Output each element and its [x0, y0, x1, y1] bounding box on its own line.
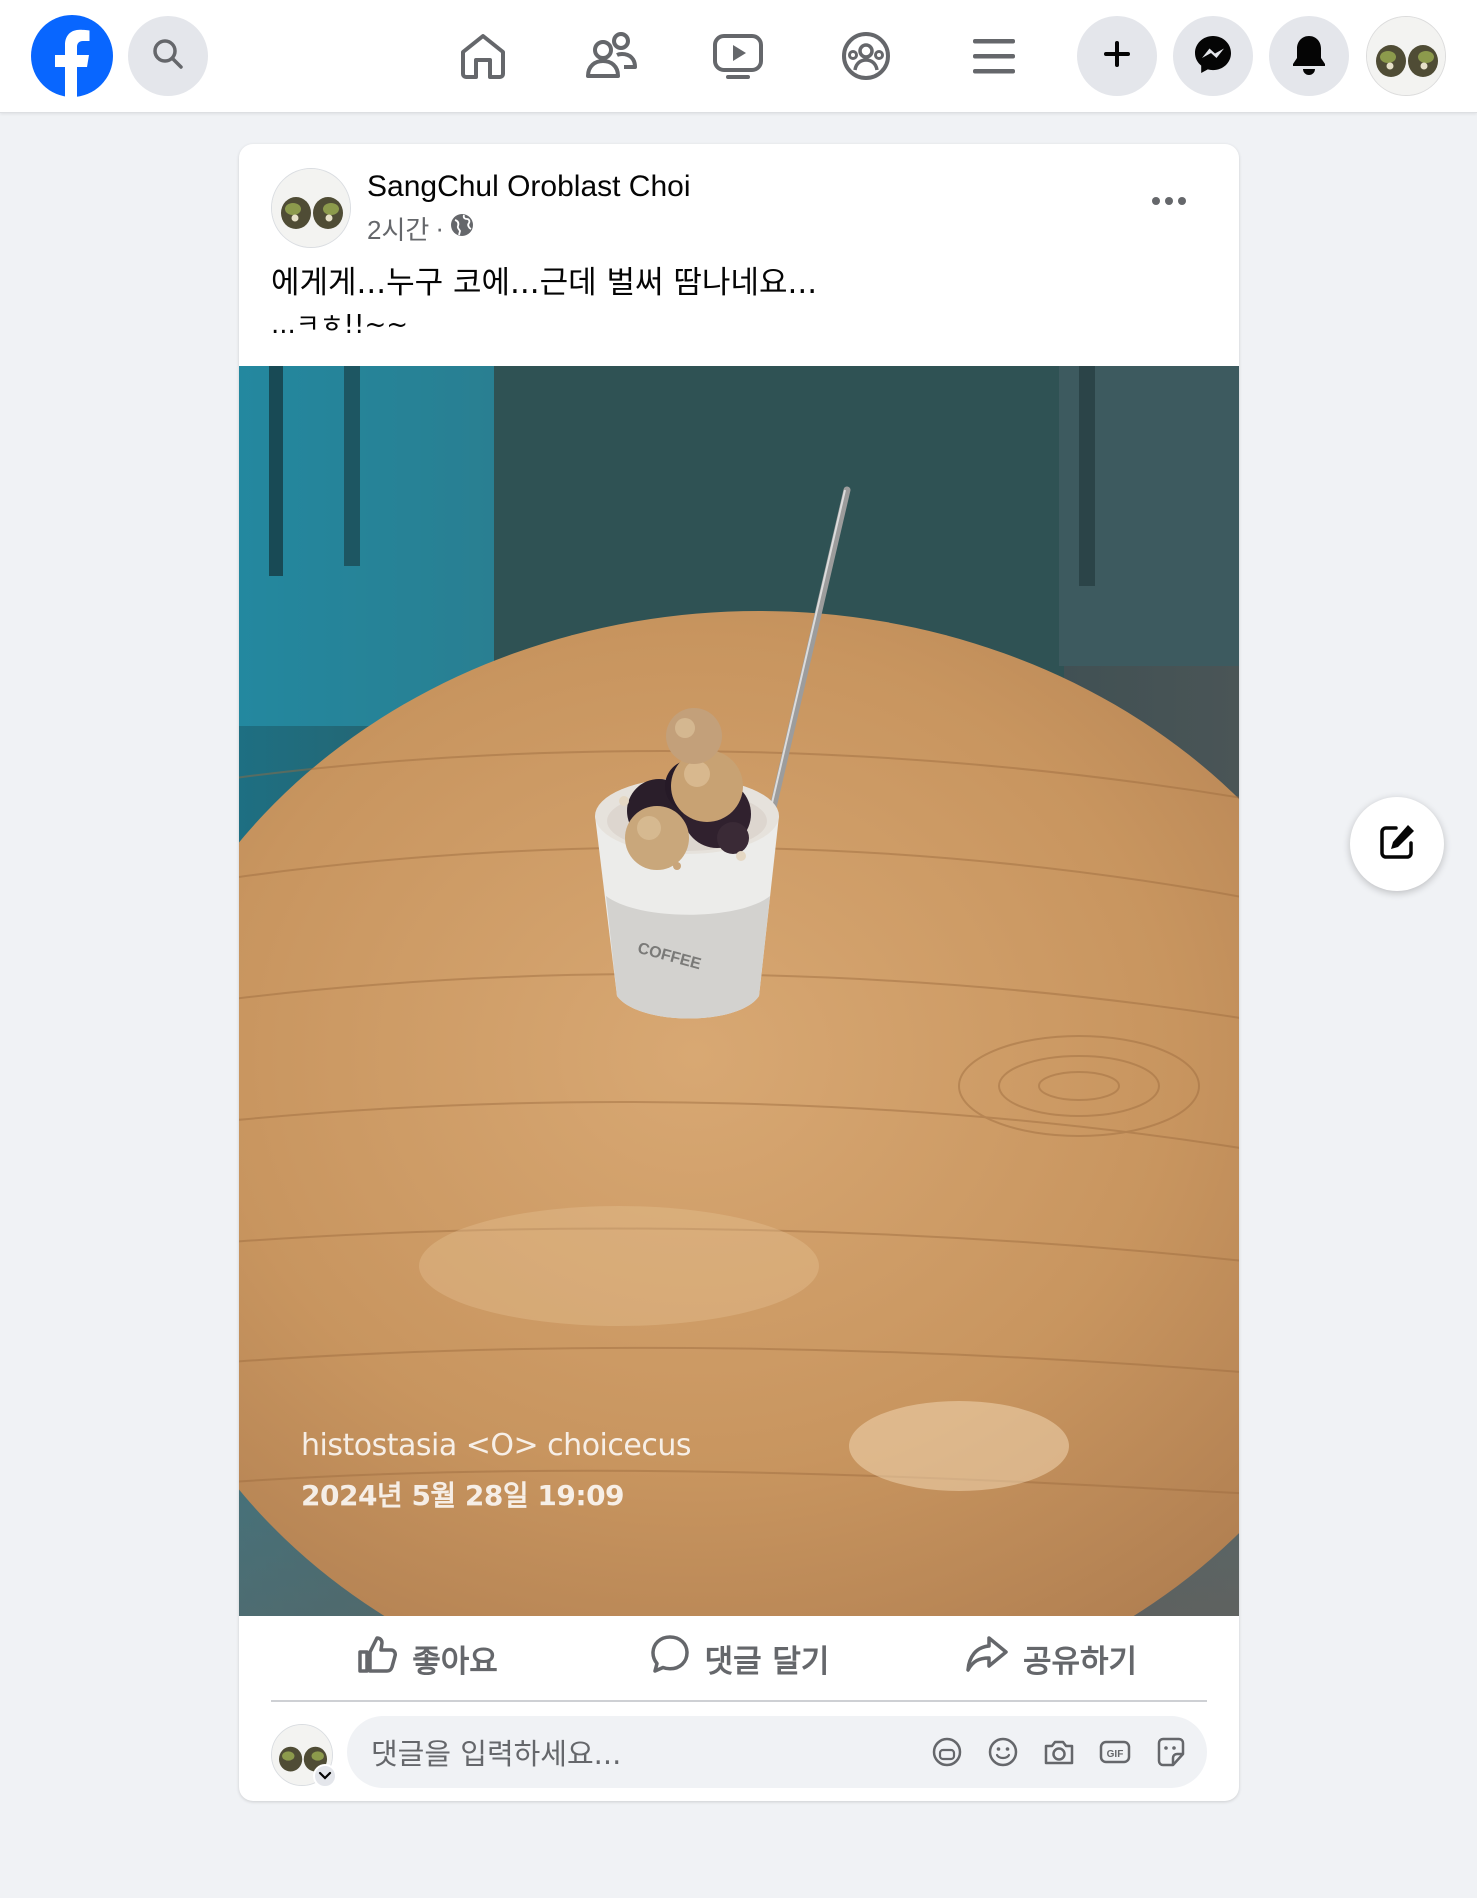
author-avatar[interactable] — [271, 168, 351, 248]
comment-composer: 댓글을 입력하세요... GIF — [271, 1716, 1207, 1788]
comment-tools: GIF — [929, 1734, 1189, 1770]
post-photo[interactable]: COFFEE histostasia <O> choicecus 2024년 5… — [239, 366, 1239, 1616]
bell-icon — [1289, 33, 1329, 80]
post-text-line-1: 에게게...누구 코에...근데 벌써 땀나네요... — [271, 265, 818, 301]
top-navigation-bar — [0, 0, 1477, 113]
comment-bubble-icon — [649, 1633, 691, 1683]
svg-text:GIF: GIF — [1107, 1749, 1124, 1760]
friends-icon[interactable] — [583, 28, 639, 84]
messenger-button[interactable] — [1173, 16, 1253, 96]
comment-button[interactable]: 댓글 달기 — [583, 1616, 895, 1700]
search-button[interactable] — [128, 16, 208, 96]
post-meta: 2시간 · — [367, 210, 474, 247]
post-options-button[interactable] — [1139, 180, 1199, 224]
new-message-button[interactable] — [1350, 797, 1444, 891]
comment-label: 댓글 달기 — [704, 1643, 830, 1680]
emoji-icon[interactable] — [985, 1734, 1021, 1770]
meta-separator: · — [435, 213, 444, 243]
comment-placeholder: 댓글을 입력하세요... — [371, 1737, 622, 1771]
sticker-icon[interactable] — [1153, 1734, 1189, 1770]
facebook-logo-icon[interactable] — [31, 15, 113, 97]
thumbs-up-icon — [356, 1633, 398, 1683]
home-icon[interactable] — [455, 28, 511, 84]
share-button[interactable]: 공유하기 — [895, 1616, 1207, 1700]
post-text-line-2: ...ㅋㅎ!!~~ — [271, 310, 409, 340]
camera-icon[interactable] — [1041, 1734, 1077, 1770]
gif-icon[interactable]: GIF — [1097, 1734, 1133, 1770]
profile-avatar[interactable] — [1366, 16, 1446, 96]
edit-icon — [1376, 821, 1418, 868]
globe-icon — [450, 213, 474, 244]
photo-watermark-date: 2024년 5월 28일 19:09 — [301, 1479, 625, 1512]
share-label: 공유하기 — [1022, 1643, 1138, 1680]
avatar-sticker-icon[interactable] — [929, 1734, 965, 1770]
menu-icon[interactable] — [966, 28, 1022, 84]
photo-watermark-name: histostasia <O> choicecus — [301, 1428, 691, 1463]
video-icon[interactable] — [710, 28, 766, 84]
comment-input[interactable]: 댓글을 입력하세요... GIF — [347, 1716, 1207, 1788]
more-icon — [1151, 193, 1187, 211]
chevron-down-icon[interactable] — [313, 1764, 337, 1788]
like-button[interactable]: 좋아요 — [271, 1616, 583, 1700]
post-time[interactable]: 2시간 — [367, 210, 429, 247]
groups-icon[interactable] — [838, 28, 894, 84]
post-text: 에게게...누구 코에...근데 벌써 땀나네요... ...ㅋㅎ!!~~ — [271, 262, 1191, 346]
author-name[interactable]: SangChul Oroblast Choi — [367, 170, 691, 204]
messenger-icon — [1192, 33, 1234, 80]
post-card: SangChul Oroblast Choi 2시간 · 에게게...누구 코에… — [239, 144, 1239, 1801]
notifications-button[interactable] — [1269, 16, 1349, 96]
plus-icon — [1101, 38, 1133, 75]
search-icon — [151, 37, 185, 76]
share-arrow-icon — [965, 1633, 1009, 1683]
post-actions: 좋아요 댓글 달기 공유하기 — [271, 1616, 1207, 1702]
like-label: 좋아요 — [412, 1643, 498, 1680]
create-button[interactable] — [1077, 16, 1157, 96]
